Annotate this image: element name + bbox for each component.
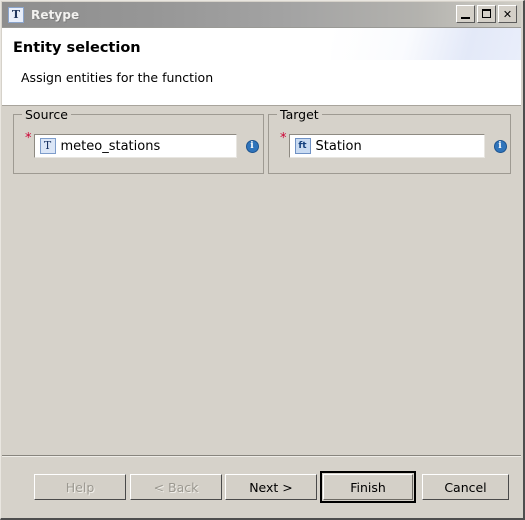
- source-entity-input[interactable]: T meteo_stations: [33, 134, 237, 158]
- dialog-window: T Retype ✕ Entity selection Assign entit…: [0, 0, 525, 520]
- button-bar-separator: [2, 455, 521, 457]
- button-bar: Help < Back Next > Finish Cancel: [2, 459, 521, 517]
- cancel-button[interactable]: Cancel: [422, 474, 509, 500]
- type-t-icon: T: [39, 138, 56, 154]
- close-button[interactable]: ✕: [498, 5, 517, 23]
- title-bar[interactable]: T Retype ✕: [2, 2, 521, 28]
- window-type-t-icon: T: [8, 6, 24, 23]
- source-group: Source * T meteo_stations i: [13, 107, 264, 174]
- minimize-icon: [461, 17, 470, 19]
- target-entity-value: Station: [315, 138, 362, 154]
- source-required-marker: *: [25, 131, 32, 146]
- window-title: Retype: [31, 7, 80, 22]
- page-subtitle: Assign entities for the function: [21, 70, 214, 85]
- maximize-button[interactable]: [477, 5, 496, 23]
- minimize-button[interactable]: [456, 5, 475, 23]
- next-button[interactable]: Next >: [225, 474, 317, 500]
- window-controls: ✕: [456, 5, 517, 23]
- close-icon: ✕: [502, 7, 513, 21]
- feature-type-icon: ft: [294, 138, 311, 154]
- wizard-header: Entity selection Assign entities for the…: [2, 28, 521, 106]
- target-info-icon[interactable]: i: [493, 139, 507, 153]
- target-group: Target * ft Station i: [268, 107, 511, 174]
- header-decoration-gradient: [331, 28, 521, 60]
- source-entity-value: meteo_stations: [60, 138, 161, 154]
- source-info-icon[interactable]: i: [245, 139, 259, 153]
- dialog-content: Source * T meteo_stations i Target * ft …: [2, 106, 521, 456]
- finish-button[interactable]: Finish: [320, 471, 416, 503]
- target-required-marker: *: [280, 131, 287, 146]
- finish-button-label: Finish: [323, 474, 413, 500]
- target-entity-input[interactable]: ft Station: [288, 134, 485, 158]
- back-button[interactable]: < Back: [130, 474, 222, 500]
- maximize-icon: [482, 9, 491, 18]
- page-title: Entity selection: [13, 40, 141, 56]
- help-button[interactable]: Help: [34, 474, 126, 500]
